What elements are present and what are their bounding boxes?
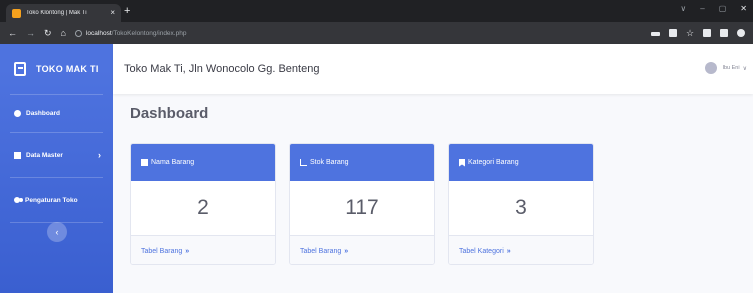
site-info-icon[interactable] [74, 29, 82, 37]
share-icon[interactable] [669, 29, 677, 37]
double-chevron-right-icon: » [506, 247, 511, 255]
card-header: Stok Barang [290, 144, 434, 181]
card-footer-label: Tabel Barang [141, 247, 183, 255]
card-header-label: Nama Barang [151, 159, 195, 166]
chevron-down-icon[interactable]: ∨ [680, 4, 686, 13]
username: Ibu Eni [722, 65, 740, 71]
chevron-right-icon: › [98, 150, 101, 160]
home-icon[interactable]: ⌂ [61, 28, 66, 38]
store-logo-icon [14, 62, 26, 76]
sidebar-item-dashboard[interactable]: Dashboard [0, 95, 113, 132]
page-title: Dashboard [130, 105, 209, 122]
chart-icon [300, 159, 307, 166]
new-tab-button[interactable]: + [124, 4, 130, 18]
window-controls: ∨ – ▢ ✕ [680, 4, 747, 13]
card-footer-label: Tabel Barang [300, 247, 342, 255]
star-icon[interactable]: ☆ [686, 29, 694, 38]
card-value: 2 [131, 181, 275, 236]
cogs-icon [14, 197, 20, 203]
card-header-label: Kategori Barang [468, 159, 519, 166]
sidebar-item-pengaturan-toko[interactable]: Pengaturan Toko [0, 178, 113, 222]
sidebar-item-label: Dashboard [26, 110, 60, 117]
brand-name: TOKO MAK TI [36, 64, 99, 74]
double-chevron-right-icon: » [185, 247, 190, 255]
user-dropdown[interactable]: Ibu Eni ∨ [705, 62, 747, 74]
close-window-icon[interactable]: ✕ [740, 4, 747, 13]
toolbar-icons: ☆ [651, 29, 745, 38]
sidebar-brand[interactable]: TOKO MAK TI [0, 44, 113, 94]
profile-icon[interactable] [737, 29, 745, 37]
card-header: Kategori Barang [449, 144, 593, 181]
sidebar-item-label: Pengaturan Toko [25, 196, 78, 204]
back-icon[interactable]: ← [8, 28, 17, 38]
card-footer-link[interactable]: Tabel Kategori » [449, 236, 593, 264]
bookmark-icon [459, 158, 465, 167]
browser-tab[interactable]: Toko Klontong | Mak Ti × [6, 4, 121, 22]
url-host: localhost [85, 29, 112, 37]
card-footer-link[interactable]: Tabel Barang » [290, 236, 434, 264]
card-header: Nama Barang [131, 144, 275, 181]
sidebar-item-label: Data Master [26, 151, 63, 159]
book-icon [14, 151, 21, 159]
card-value: 117 [290, 181, 434, 236]
card-value: 3 [449, 181, 593, 236]
store-address: Toko Mak Ti, Jln Wonocolo Gg. Benteng [124, 63, 320, 75]
card-nama-barang: Nama Barang 2 Tabel Barang » [130, 143, 276, 265]
sidebar-item-data-master[interactable]: Data Master › [0, 133, 113, 177]
address-bar: ← → ↻ ⌂ localhost /TokoKelontong/index.p… [0, 22, 753, 44]
sidebar-toggle-button[interactable]: ‹ [47, 222, 67, 242]
url-path: /TokoKelontong/index.php [111, 29, 187, 37]
topbar: Toko Mak Ti, Jln Wonocolo Gg. Benteng Ib… [113, 44, 753, 94]
tab-title: Toko Klontong | Mak Ti [26, 10, 87, 16]
maximize-icon[interactable]: ▢ [719, 4, 727, 13]
sidebar: TOKO MAK TI Dashboard Data Master › Peng… [0, 44, 113, 293]
tab-close-icon[interactable]: × [110, 9, 115, 17]
url-field[interactable]: localhost /TokoKelontong/index.php [74, 29, 187, 37]
minimize-icon[interactable]: – [700, 4, 704, 13]
cubes-icon [141, 159, 148, 166]
card-footer-link[interactable]: Tabel Barang » [131, 236, 275, 264]
card-kategori-barang: Kategori Barang 3 Tabel Kategori » [448, 143, 594, 265]
sidepanel-icon[interactable] [720, 29, 728, 37]
extensions-icon[interactable] [703, 29, 711, 37]
double-chevron-right-icon: » [344, 247, 349, 255]
browser-tab-bar: Toko Klontong | Mak Ti × + ∨ – ▢ ✕ [0, 0, 753, 22]
key-icon[interactable] [651, 32, 660, 36]
card-footer-label: Tabel Kategori [459, 247, 504, 255]
forward-icon[interactable]: → [26, 28, 35, 38]
card-stok-barang: Stok Barang 117 Tabel Barang » [289, 143, 435, 265]
favicon-icon [12, 8, 21, 18]
avatar [705, 62, 718, 74]
dashboard-icon [14, 110, 21, 117]
reload-icon[interactable]: ↻ [44, 28, 52, 38]
card-header-label: Stok Barang [310, 159, 349, 166]
chevron-down-icon: ∨ [742, 65, 747, 72]
